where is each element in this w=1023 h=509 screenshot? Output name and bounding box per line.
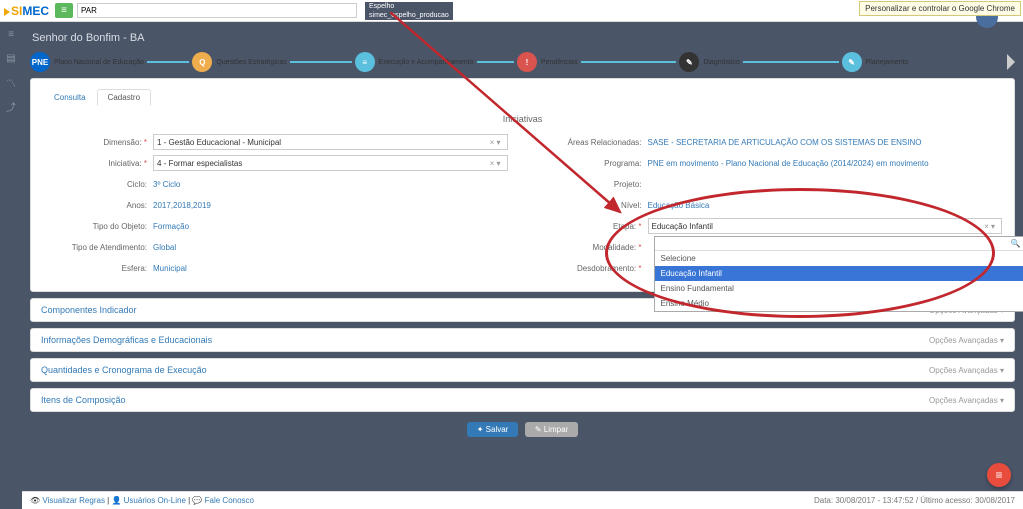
clear-button[interactable]: ✎ Limpar bbox=[525, 422, 578, 437]
fab-button[interactable]: ≡ bbox=[987, 463, 1011, 487]
chrome-tooltip: Personalizar e controlar o Google Chrome bbox=[859, 1, 1021, 16]
form-panel: Consulta Cadastro Iniciativas Dimensão: … bbox=[30, 78, 1015, 292]
esfera-value: Municipal bbox=[153, 264, 508, 273]
footer-link-regras[interactable]: Visualizar Regras bbox=[42, 496, 105, 505]
modalidade-dropdown[interactable]: 🔍 Selecione Educação Infantil Ensino Fun… bbox=[654, 236, 1023, 312]
wizard-step-3[interactable]: ≡ bbox=[355, 52, 375, 72]
sidebar-menu-icon[interactable]: ≡ bbox=[0, 22, 22, 46]
sidebar-doc-icon[interactable]: ▤ bbox=[0, 46, 22, 70]
dropdown-search-input[interactable] bbox=[657, 239, 1011, 248]
tipo-atend-value: Global bbox=[153, 243, 508, 252]
search-icon: 🔍 bbox=[1011, 239, 1021, 248]
form-right-column: Áreas Relacionadas:SASE - SECRETARIA DE … bbox=[538, 134, 1003, 281]
collapse-quantidades[interactable]: Quantidades e Cronograma de ExecuçãoOpçõ… bbox=[30, 358, 1015, 382]
ciclo-value: 3º Ciclo bbox=[153, 180, 508, 189]
sidebar: ≡ ▤ 〽 ⤴ bbox=[0, 22, 22, 509]
wizard-step-4[interactable]: ! bbox=[517, 52, 537, 72]
page-title: Senhor do Bonfim - BA bbox=[30, 28, 1015, 48]
dropdown-option[interactable]: Ensino Médio bbox=[655, 296, 1023, 311]
form-left-column: Dimensão: *1 - Gestão Educacional - Muni… bbox=[43, 134, 508, 281]
wizard: PNEPlano Nacional de Educação QQuestões … bbox=[30, 52, 1015, 72]
wizard-step-1[interactable]: PNE bbox=[30, 52, 50, 72]
wizard-step-2[interactable]: Q bbox=[192, 52, 212, 72]
logo: SIMEC bbox=[4, 4, 49, 18]
wizard-step-6[interactable]: ✎ bbox=[842, 52, 862, 72]
footer: 👁 Visualizar Regras | 👤 Usuários On-Line… bbox=[22, 491, 1023, 509]
nivel-value: Educação Básica bbox=[648, 201, 1003, 210]
tipo-objeto-value: Formação bbox=[153, 222, 508, 231]
collapse-demograficas[interactable]: Informações Demográficas e EducacionaisO… bbox=[30, 328, 1015, 352]
footer-link-usuarios[interactable]: Usuários On-Line bbox=[124, 496, 186, 505]
dropdown-option[interactable]: Ensino Fundamental bbox=[655, 281, 1023, 296]
etapa-select[interactable]: Educação Infantil× ▾ bbox=[648, 218, 1003, 234]
dropdown-option[interactable]: Selecione bbox=[655, 251, 1023, 266]
menu-toggle-button[interactable]: ≡ bbox=[55, 3, 73, 18]
top-menu-info: Espelho simec_espelho_producao bbox=[365, 2, 453, 20]
footer-timestamp: Data: 30/08/2017 - 13:47:52 / Último ace… bbox=[814, 496, 1015, 505]
wizard-step-5[interactable]: ✎ bbox=[679, 52, 699, 72]
wizard-next-icon[interactable] bbox=[1007, 54, 1015, 70]
anos-value: 2017,2018,2019 bbox=[153, 201, 508, 210]
module-select[interactable] bbox=[77, 3, 357, 18]
areas-value: SASE - SECRETARIA DE ARTICULAÇÃO COM OS … bbox=[648, 138, 1003, 147]
tab-consulta[interactable]: Consulta bbox=[43, 89, 97, 106]
dimensao-select[interactable]: 1 - Gestão Educacional - Municipal× ▾ bbox=[153, 134, 508, 150]
tab-cadastro[interactable]: Cadastro bbox=[97, 89, 151, 106]
footer-link-fale[interactable]: Fale Conosco bbox=[205, 496, 254, 505]
section-title: Iniciativas bbox=[43, 114, 1002, 124]
save-button[interactable]: ✦ Salvar bbox=[467, 422, 519, 437]
iniciativa-select[interactable]: 4 - Formar especialistas× ▾ bbox=[153, 155, 508, 171]
main: Senhor do Bonfim - BA PNEPlano Nacional … bbox=[22, 22, 1023, 437]
programa-value: PNE em movimento - Plano Nacional de Edu… bbox=[648, 159, 1003, 168]
sidebar-share-icon[interactable]: ⤴ bbox=[0, 94, 22, 118]
dropdown-option[interactable]: Educação Infantil bbox=[655, 266, 1023, 281]
collapse-itens[interactable]: Itens de ComposiçãoOpções Avançadas ▾ bbox=[30, 388, 1015, 412]
sidebar-chart-icon[interactable]: 〽 bbox=[0, 70, 22, 94]
